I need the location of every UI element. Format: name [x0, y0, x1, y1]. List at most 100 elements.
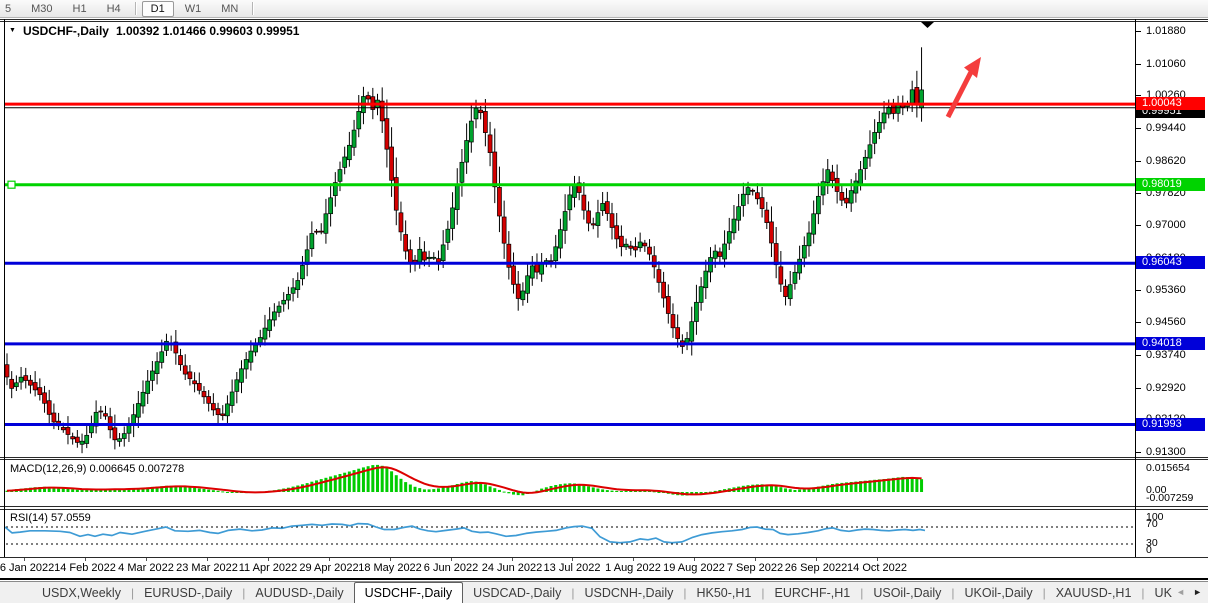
candle	[160, 352, 164, 363]
candle	[315, 231, 319, 232]
chart-top-border	[0, 19, 1208, 20]
candle	[751, 190, 755, 191]
candle	[769, 222, 773, 243]
candle	[572, 185, 576, 198]
symbol-dropdown-icon[interactable]: ▼	[9, 25, 16, 37]
candle	[24, 376, 28, 381]
date-axis-bottom-border	[0, 578, 1208, 580]
price-tick-dash	[1136, 31, 1141, 32]
tab-audusd-daily[interactable]: AUDUSD-,Daily	[245, 582, 353, 603]
candle	[80, 441, 84, 444]
tab-hk50-h1[interactable]: HK50-,H1	[686, 582, 761, 603]
date-tick	[816, 558, 817, 561]
macd-axis-label: -0.007259	[1146, 492, 1193, 504]
timeframe-button-m30[interactable]: M30	[22, 1, 61, 17]
candle	[877, 122, 881, 132]
candle	[516, 284, 520, 298]
candle	[338, 170, 342, 182]
timeframe-button-h4[interactable]: H4	[98, 1, 130, 17]
timeframe-button-h1[interactable]: H1	[64, 1, 96, 17]
candle	[530, 266, 534, 278]
toolbar-separator	[252, 2, 254, 15]
date-label: 26 Jan 2022	[0, 562, 54, 574]
tab-usdx-weekly[interactable]: USDX,Weekly	[32, 582, 131, 603]
candle	[798, 259, 802, 273]
candle	[812, 214, 816, 234]
date-label: 26 Sep 2022	[785, 562, 847, 574]
candle	[155, 362, 159, 374]
candle	[469, 121, 473, 142]
candle	[296, 281, 300, 290]
rsi-bottom-border	[0, 557, 1208, 558]
candle	[605, 202, 609, 214]
timeframe-button-5[interactable]: 5	[0, 1, 20, 17]
candle	[71, 437, 75, 439]
macd-rsi-separator[interactable]	[0, 506, 1208, 507]
candle	[202, 391, 206, 396]
candle	[526, 276, 530, 294]
rsi-label: RSI(14) 57.0559	[10, 512, 91, 524]
candle	[891, 105, 895, 114]
candle	[319, 231, 323, 232]
main-macd-separator-inner[interactable]	[0, 459, 1208, 460]
candle	[760, 198, 764, 209]
candle	[436, 259, 440, 262]
red-arrow-shaft	[948, 70, 972, 117]
tab-eurusd-daily[interactable]: EURUSD-,Daily	[134, 582, 242, 603]
tab-usdchf-daily[interactable]: USDCHF-,Daily	[354, 582, 464, 603]
candle	[746, 188, 750, 195]
timeframe-button-mn[interactable]: MN	[212, 1, 247, 17]
tab-ukoil-daily[interactable]: UKOil-,Daily	[955, 582, 1043, 603]
tab-usdcnh-daily[interactable]: USDCNH-,Daily	[574, 582, 683, 603]
tab-usoil-daily[interactable]: USOil-,Daily	[863, 582, 951, 603]
price-tick-dash	[1136, 388, 1141, 389]
candle	[765, 210, 769, 223]
price-level-label: 0.91993	[1136, 418, 1205, 431]
candle	[263, 328, 267, 339]
rsi-line	[5, 524, 925, 543]
candle	[329, 198, 333, 214]
candle	[418, 249, 422, 262]
tab-scroll-left-icon[interactable]: ◄	[1176, 582, 1185, 603]
tab-usdcad-daily[interactable]: USDCAD-,Daily	[463, 582, 571, 603]
tab-eurchf-h1[interactable]: EURCHF-,H1	[765, 582, 861, 603]
candle	[718, 252, 722, 257]
candlestick-plot[interactable]	[5, 22, 1135, 457]
candle	[816, 196, 820, 214]
candle	[366, 96, 370, 100]
price-tick-label: 0.92920	[1146, 382, 1186, 394]
candle	[221, 414, 225, 416]
date-tick	[207, 558, 208, 561]
tab-scroll-right-icon[interactable]: ►	[1193, 582, 1202, 603]
toolbar-separator	[135, 2, 137, 15]
candle	[779, 267, 783, 284]
down-triangle-marker	[921, 22, 934, 28]
candle	[497, 187, 501, 216]
timeframe-button-w1[interactable]: W1	[176, 1, 211, 17]
candle	[915, 87, 919, 105]
candle	[845, 198, 849, 203]
date-tick	[633, 558, 634, 561]
candle	[272, 312, 276, 320]
candle	[493, 152, 497, 187]
candle	[727, 232, 731, 244]
candle	[554, 247, 558, 261]
candle	[802, 245, 806, 258]
timeframe-toolbar: 5M30H1H4 D1W1MN	[0, 0, 1208, 18]
tab-xauusd-h1[interactable]: XAUUSD-,H1	[1046, 582, 1142, 603]
price-tick-label: 0.95360	[1146, 284, 1186, 296]
candle	[211, 404, 215, 410]
main-macd-separator[interactable]	[0, 457, 1208, 458]
candle	[549, 261, 553, 262]
price-level-label: 0.98019	[1136, 178, 1205, 191]
candle	[488, 135, 492, 153]
candle	[183, 366, 187, 374]
candle	[619, 236, 623, 247]
candle	[75, 437, 79, 442]
timeframe-button-d1[interactable]: D1	[142, 1, 174, 17]
date-label: 4 Mar 2022	[118, 562, 174, 574]
rsi-plot[interactable]	[5, 510, 1135, 556]
candle	[690, 322, 694, 342]
candle	[441, 245, 445, 261]
price-tick-dash	[1136, 225, 1141, 226]
